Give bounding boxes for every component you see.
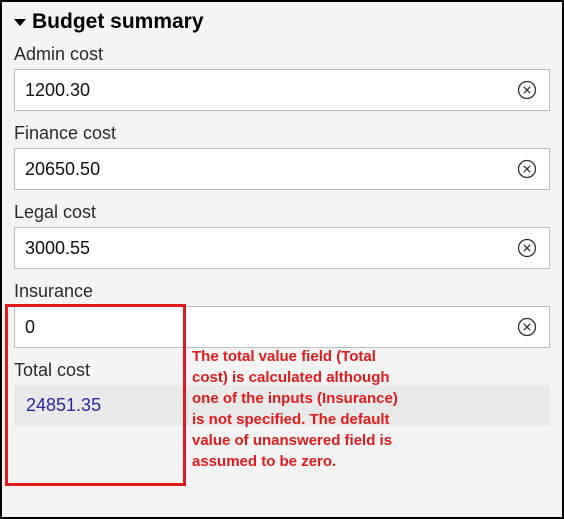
caret-down-icon (14, 19, 26, 26)
admin-cost-input-wrap (14, 69, 550, 111)
legal-cost-input[interactable] (15, 228, 513, 268)
section-title: Budget summary (32, 10, 204, 34)
clear-icon[interactable] (513, 155, 541, 183)
insurance-input[interactable] (15, 307, 513, 347)
insurance-input-wrap (14, 306, 550, 348)
clear-icon[interactable] (513, 234, 541, 262)
field-finance-cost: Finance cost (14, 123, 550, 190)
section-header[interactable]: Budget summary (14, 10, 550, 34)
admin-cost-input[interactable] (15, 70, 513, 110)
admin-cost-label: Admin cost (14, 44, 550, 65)
field-legal-cost: Legal cost (14, 202, 550, 269)
legal-cost-label: Legal cost (14, 202, 550, 223)
finance-cost-input[interactable] (15, 149, 513, 189)
clear-icon[interactable] (513, 313, 541, 341)
finance-cost-input-wrap (14, 148, 550, 190)
insurance-label: Insurance (14, 281, 550, 302)
field-admin-cost: Admin cost (14, 44, 550, 111)
finance-cost-label: Finance cost (14, 123, 550, 144)
field-insurance: Insurance (14, 281, 550, 348)
clear-icon[interactable] (513, 76, 541, 104)
annotation-text: The total value field (Total cost) is ca… (192, 346, 412, 472)
legal-cost-input-wrap (14, 227, 550, 269)
